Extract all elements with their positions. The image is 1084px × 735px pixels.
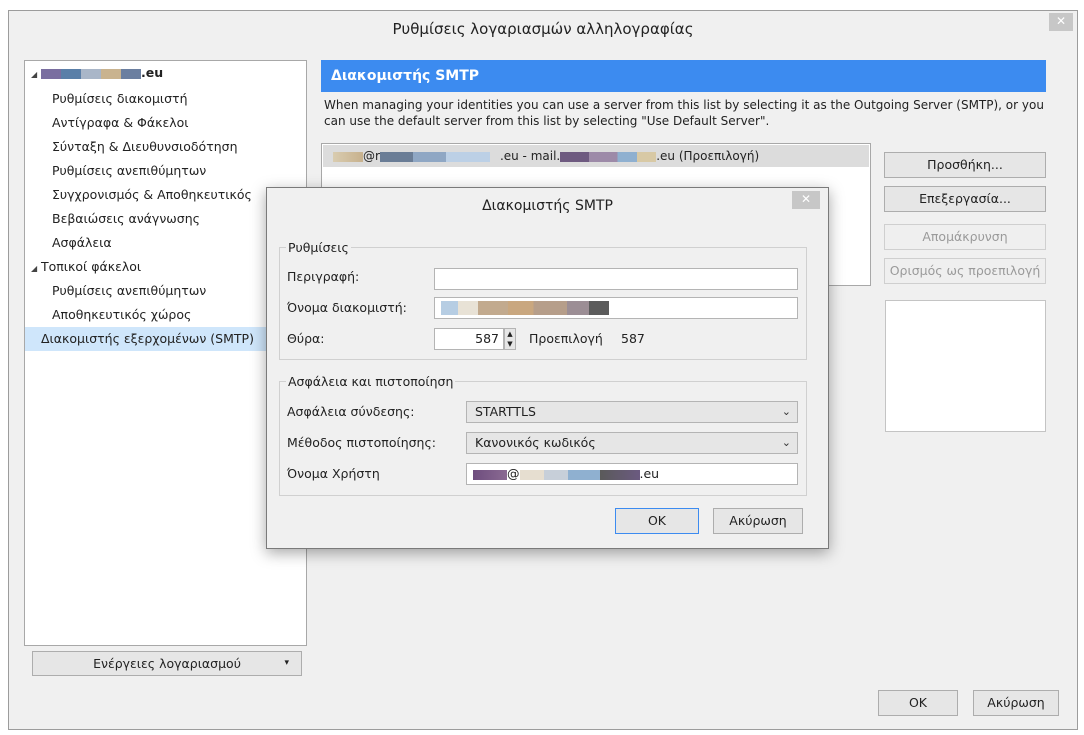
- tree-item-junk-settings[interactable]: Ρυθμίσεις ανεπιθύμητων: [52, 159, 206, 183]
- account-actions-label: Ενέργειες λογαριασμού: [93, 656, 241, 671]
- window-close-button[interactable]: ✕: [1049, 13, 1073, 31]
- remove-server-button[interactable]: Απομάκρυνση: [884, 224, 1046, 250]
- tree-item-security[interactable]: Ασφάλεια: [52, 231, 112, 255]
- tree-item-outgoing-smtp[interactable]: Διακομιστής εξερχομένων (SMTP): [25, 327, 306, 351]
- account-name: .eu: [41, 65, 163, 80]
- edit-server-button[interactable]: Επεξεργασία...: [884, 186, 1046, 212]
- window-cancel-button[interactable]: Ακύρωση: [973, 690, 1059, 716]
- tree-item-copies-folders[interactable]: Αντίγραφα & Φάκελοι: [52, 111, 189, 135]
- tree-account-row[interactable]: ◢ .eu: [31, 61, 163, 85]
- tree-item-sync-storage[interactable]: Συγχρονισμός & Αποθηκευτικός: [52, 183, 252, 207]
- dialog-cancel-button[interactable]: Ακύρωση: [713, 508, 803, 534]
- account-actions-button[interactable]: Ενέργειες λογαριασμού ▾: [32, 651, 302, 676]
- collapse-triangle-icon[interactable]: ◢: [31, 257, 41, 281]
- smtp-server-row[interactable]: @r .eu - mail. .eu (Προεπιλογή): [323, 145, 869, 167]
- account-tree: ◢ .eu Ρυθμίσεις διακομιστή Αντίγραφα & Φά…: [24, 60, 307, 646]
- security-legend: Ασφάλεια και πιστοποίηση: [288, 374, 454, 389]
- default-port-label: Προεπιλογή: [529, 331, 603, 346]
- tree-item-local-storage[interactable]: Αποθηκευτικός χώρος: [52, 303, 191, 327]
- description-label: Περιγραφή:: [287, 269, 360, 284]
- tree-item-server-settings[interactable]: Ρυθμίσεις διακομιστή: [52, 87, 188, 111]
- collapse-triangle-icon[interactable]: ◢: [31, 63, 41, 87]
- connection-security-select[interactable]: STARTTLS ⌄: [466, 401, 798, 423]
- window-title: Ρυθμίσεις λογαριασμών αλληλογραφίας: [392, 20, 694, 38]
- settings-legend: Ρυθμίσεις: [288, 240, 349, 255]
- smtp-page-header: Διακομιστής SMTP: [321, 60, 1046, 92]
- dialog-ok-button[interactable]: OK: [615, 508, 699, 534]
- description-input[interactable]: [434, 268, 798, 290]
- title-bar: Ρυθμίσεις λογαριασμών αλληλογραφίας ✕: [9, 11, 1077, 47]
- dropdown-arrow-icon: ▾: [284, 658, 289, 668]
- tree-item-composition[interactable]: Σύνταξη & Διευθυνσιοδότηση: [52, 135, 238, 159]
- username-label: Όνομα Χρήστη: [287, 466, 380, 481]
- auth-method-label: Μέθοδος πιστοποίησης:: [287, 435, 437, 450]
- port-spinner[interactable]: ▲ ▼: [504, 328, 516, 350]
- server-name-label: Όνομα διακομιστή:: [287, 300, 407, 315]
- tree-item-local-junk[interactable]: Ρυθμίσεις ανεπιθύμητων: [52, 279, 206, 303]
- window-ok-button[interactable]: OK: [878, 690, 958, 716]
- default-port-value: 587: [621, 331, 645, 346]
- username-input[interactable]: @ .eu: [466, 463, 798, 485]
- tree-local-folders[interactable]: ◢ Τοπικοί φάκελοι: [31, 255, 141, 279]
- server-name-input[interactable]: [434, 297, 798, 319]
- add-server-button[interactable]: Προσθήκη...: [884, 152, 1046, 178]
- dialog-title: Διακομιστής SMTP: [482, 198, 613, 214]
- chevron-down-icon: ⌄: [781, 436, 791, 449]
- smtp-server-dialog: Διακομιστής SMTP ✕ Ρυθμίσεις Περιγραφή: …: [266, 187, 829, 549]
- chevron-down-icon: ⌄: [781, 405, 791, 418]
- auth-method-select[interactable]: Κανονικός κωδικός ⌄: [466, 432, 798, 454]
- set-default-button[interactable]: Ορισμός ως προεπιλογή: [884, 258, 1046, 284]
- local-folders-label: Τοπικοί φάκελοι: [41, 259, 142, 274]
- smtp-description: When managing your identities you can us…: [324, 98, 1044, 128]
- tree-item-return-receipts[interactable]: Βεβαιώσεις ανάγνωσης: [52, 207, 200, 231]
- port-label: Θύρα:: [287, 331, 325, 346]
- dialog-close-button[interactable]: ✕: [792, 191, 820, 209]
- connection-security-label: Ασφάλεια σύνδεσης:: [287, 404, 415, 419]
- port-input[interactable]: 587: [434, 328, 504, 350]
- server-details-box: [885, 300, 1046, 432]
